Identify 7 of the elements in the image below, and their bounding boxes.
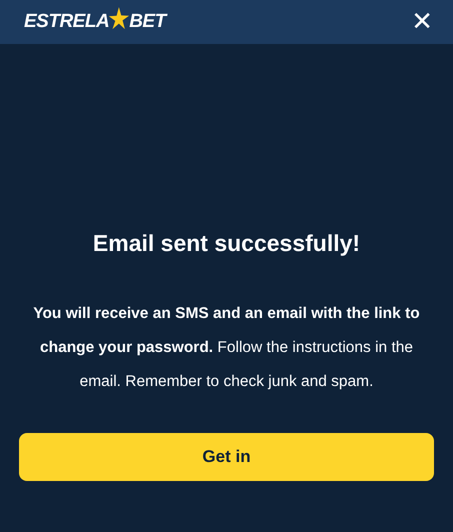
close-button[interactable]: ✕: [411, 9, 433, 35]
star-icon: [107, 6, 130, 32]
logo-text: ESTRELA: [24, 11, 110, 33]
get-in-button[interactable]: Get in: [19, 433, 434, 481]
dialog-title: Email sent successfully!: [92, 230, 360, 257]
message-text: You will receive an SMS and an email with the link to change your password. Follow the instructions in the email. Remember to check junk and spam.: [32, 304, 421, 392]
logo-text: BET: [129, 11, 166, 33]
